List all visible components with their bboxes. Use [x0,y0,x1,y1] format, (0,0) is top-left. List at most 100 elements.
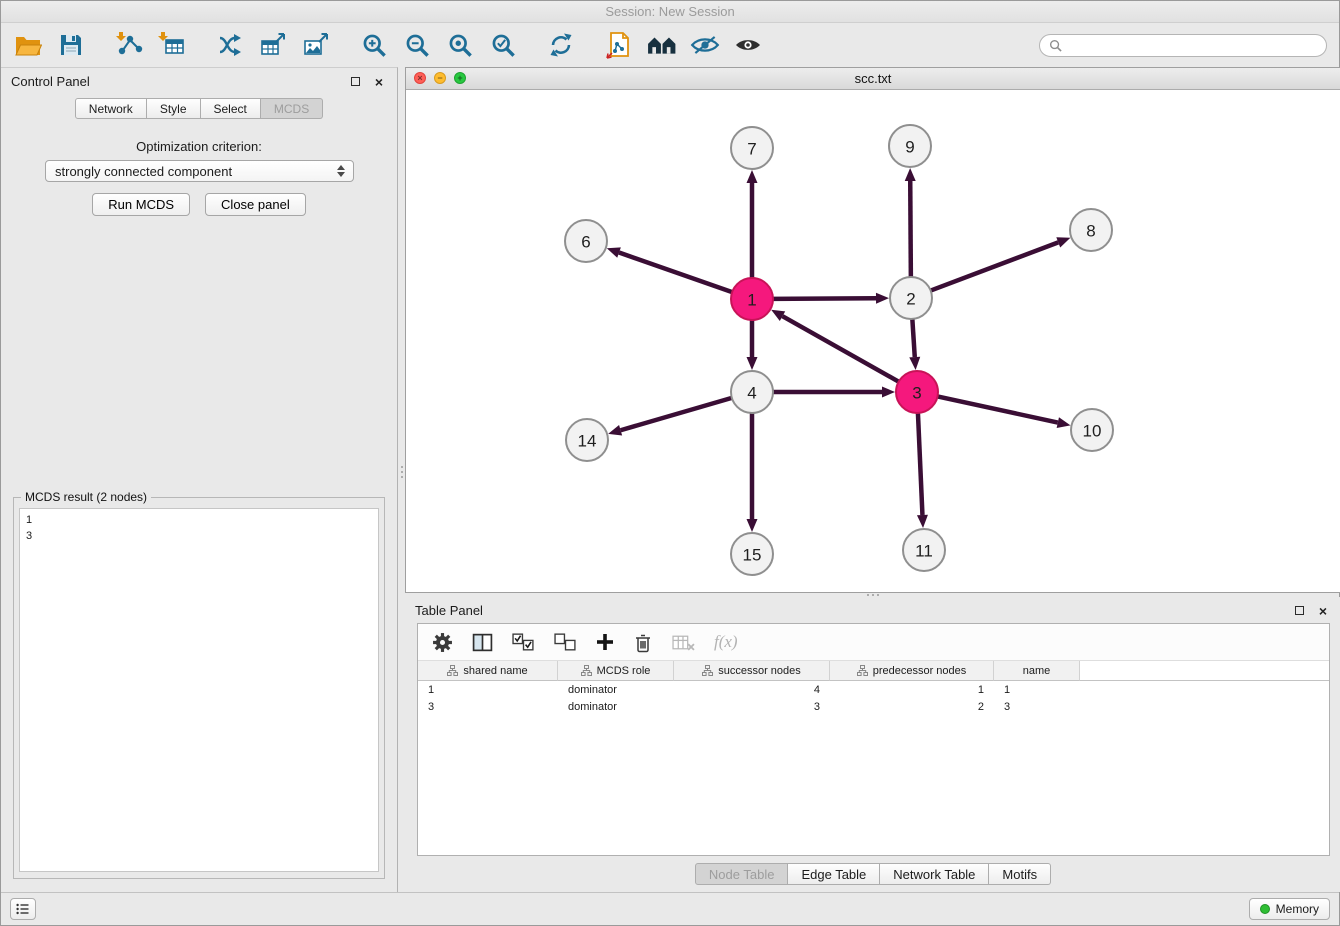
criterion-dropdown-value: strongly connected component [55,164,335,179]
new-network-file-icon[interactable] [604,30,634,60]
graph-edge-1-2[interactable] [773,293,889,304]
graph-edge-3-1[interactable] [771,310,899,382]
apply-function-icon[interactable]: f(x) [714,630,738,654]
graph-edge-4-3[interactable] [773,387,895,398]
svg-text:2: 2 [906,290,915,309]
show-graphics-icon[interactable] [733,30,763,60]
cell-mcds-role[interactable]: dominator [558,684,674,696]
import-network-icon[interactable] [114,30,144,60]
control-panel-float-button[interactable] [347,74,363,90]
show-columns-icon[interactable] [472,630,493,654]
cell-successor-nodes[interactable]: 4 [674,684,830,696]
graph-node-9[interactable]: 9 [889,125,931,167]
column-header-name[interactable]: name [994,661,1080,681]
svg-text:8: 8 [1086,222,1095,241]
toolbar-group-view [604,30,763,60]
export-table-icon[interactable] [258,30,288,60]
close-panel-button[interactable]: Close panel [205,193,306,216]
search-input[interactable] [1067,38,1317,52]
column-header-shared-name[interactable]: shared name [418,661,558,681]
hide-graphics-icon[interactable] [690,30,720,60]
cell-successor-nodes[interactable]: 3 [674,701,830,713]
tab-network-table[interactable]: Network Table [880,863,989,885]
network-view-window: × − + scc.txt 7968124314101511 [405,67,1340,593]
tab-select[interactable]: Select [201,98,261,119]
graph-node-15[interactable]: 15 [731,533,773,575]
graph-edge-1-4[interactable] [747,320,758,370]
graph-edge-4-15[interactable] [747,413,758,532]
zoom-in-icon[interactable] [359,30,389,60]
svg-text:4: 4 [747,384,756,403]
tab-motifs[interactable]: Motifs [989,863,1051,885]
cell-predecessor-nodes[interactable]: 1 [830,684,994,696]
table-panel-float-button[interactable] [1291,603,1307,619]
cell-name[interactable]: 1 [994,684,1080,696]
shuffle-arrows-icon[interactable] [215,30,245,60]
graph-edge-2-3[interactable] [909,319,920,370]
graph-node-10[interactable]: 10 [1071,409,1113,451]
column-header-label: MCDS role [597,665,651,677]
first-neighbors-icon[interactable] [647,30,677,60]
refresh-layout-icon[interactable] [546,30,576,60]
column-header-predecessor-nodes[interactable]: predecessor nodes [830,661,994,681]
deselect-all-columns-icon[interactable] [554,630,577,654]
maximize-window-icon[interactable]: + [454,72,466,84]
open-session-icon[interactable] [13,30,43,60]
zoom-out-icon[interactable] [402,30,432,60]
delete-table-icon[interactable] [672,630,695,654]
column-header-successor-nodes[interactable]: successor nodes [674,661,830,681]
export-image-icon[interactable] [301,30,331,60]
import-table-icon[interactable] [157,30,187,60]
tab-node-table[interactable]: Node Table [695,863,789,885]
cell-shared-name[interactable]: 1 [418,684,558,696]
tab-style[interactable]: Style [147,98,201,119]
vertical-splitter-handle[interactable] [399,463,404,481]
svg-text:3: 3 [912,384,921,403]
mcds-result-list[interactable]: 1 3 [19,508,379,872]
graph-node-6[interactable]: 6 [565,220,607,262]
table-row[interactable]: 3 dominator 3 2 3 [418,698,1329,715]
table-panel-close-button[interactable]: × [1315,603,1331,619]
save-session-icon[interactable] [56,30,86,60]
close-window-icon[interactable]: × [414,72,426,84]
run-mcds-button[interactable]: Run MCDS [92,193,190,216]
memory-button[interactable]: Memory [1249,898,1330,920]
add-row-icon[interactable] [596,630,614,654]
graph-node-8[interactable]: 8 [1070,209,1112,251]
graph-node-2[interactable]: 2 [890,277,932,319]
graph-edge-2-8[interactable] [931,237,1071,290]
column-header-mcds-role[interactable]: MCDS role [558,661,674,681]
select-all-columns-icon[interactable] [512,630,535,654]
zoom-selected-icon[interactable] [488,30,518,60]
table-settings-gear-icon[interactable] [432,630,453,654]
tab-edge-table[interactable]: Edge Table [788,863,880,885]
control-panel-close-button[interactable]: × [371,74,387,90]
graph-node-11[interactable]: 11 [903,529,945,571]
minimize-window-icon[interactable]: − [434,72,446,84]
criterion-dropdown[interactable]: strongly connected component [45,160,354,182]
graph-edge-4-14[interactable] [608,398,732,436]
graph-node-4[interactable]: 4 [731,371,773,413]
graph-node-1[interactable]: 1 [731,278,773,320]
search-box[interactable] [1039,34,1327,57]
graph-edge-3-11[interactable] [917,413,928,528]
graph-edge-1-7[interactable] [747,170,758,278]
cell-name[interactable]: 3 [994,701,1080,713]
cell-predecessor-nodes[interactable]: 2 [830,701,994,713]
task-history-button[interactable] [10,898,36,920]
graph-node-14[interactable]: 14 [566,419,608,461]
tab-mcds[interactable]: MCDS [261,98,323,119]
cell-shared-name[interactable]: 3 [418,701,558,713]
graph-node-7[interactable]: 7 [731,127,773,169]
tab-network[interactable]: Network [75,98,147,119]
main-toolbar [1,23,1339,67]
graph-edge-2-9[interactable] [905,168,916,277]
zoom-fit-icon[interactable] [445,30,475,60]
cell-mcds-role[interactable]: dominator [558,701,674,713]
graph-edge-3-10[interactable] [938,396,1071,427]
graph-node-3[interactable]: 3 [896,371,938,413]
graph-edge-1-6[interactable] [607,247,732,292]
table-row[interactable]: 1 dominator 4 1 1 [418,681,1329,698]
delete-row-icon[interactable] [633,630,653,654]
network-graph[interactable]: 7 9 6 8 1 2 4 3 14 10 15 11 [406,90,1340,592]
